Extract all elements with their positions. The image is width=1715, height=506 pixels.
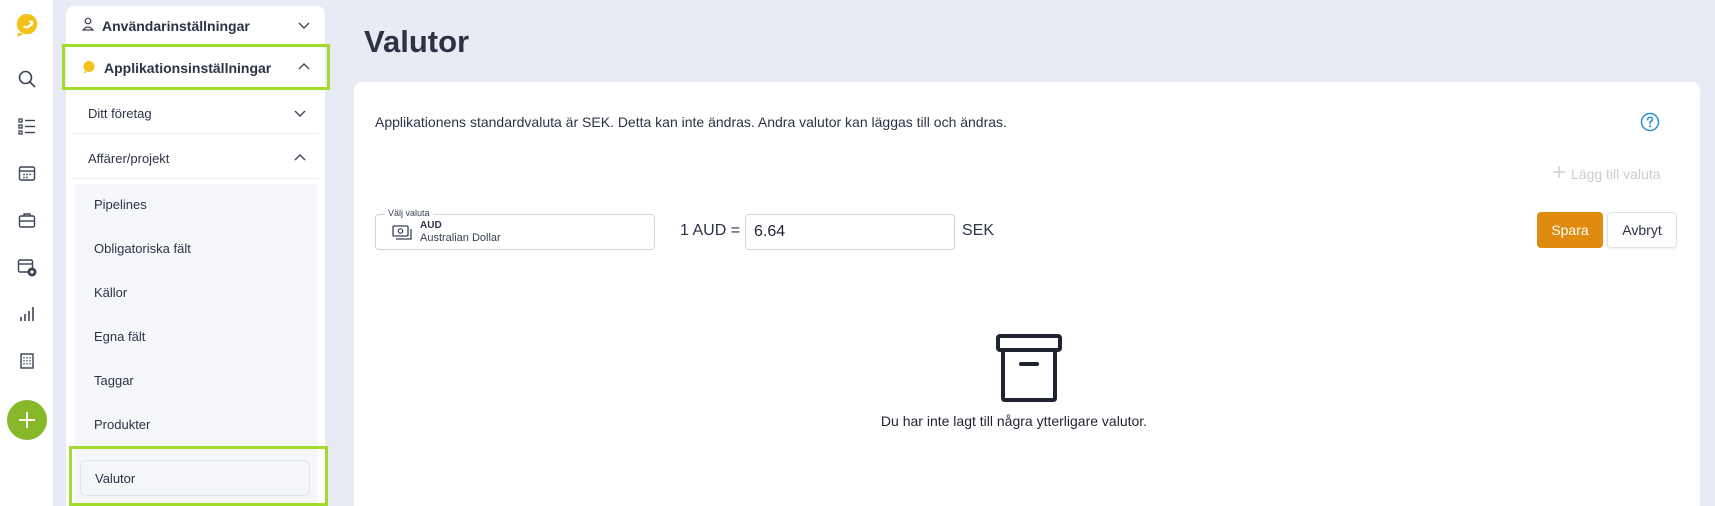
add-currency-label: Lägg till valuta (1571, 165, 1661, 182)
sidebar-item-obligatoriska-falt[interactable]: Obligatoriska fält (74, 228, 317, 268)
empty-state-text: Du har inte lagt till några ytterligare … (880, 413, 1148, 429)
sidebar-item-taggar[interactable]: Taggar (74, 360, 317, 400)
calendar-icon[interactable] (14, 160, 40, 186)
building-icon[interactable] (14, 348, 40, 374)
settings-sidebar: Användarinställningar Applikationsinstäl… (62, 6, 330, 506)
briefcase-icon[interactable] (14, 207, 40, 233)
list-icon[interactable] (14, 113, 40, 139)
user-icon (81, 17, 95, 34)
icon-rail (0, 0, 54, 506)
sidebar-item-kallor[interactable]: Källor (74, 272, 317, 312)
sidebar-item-label: Produkter (94, 416, 151, 432)
info-text: Applikationens standardvaluta är SEK. De… (375, 114, 1007, 130)
calendar-mail-icon[interactable] (14, 254, 40, 280)
rate-input[interactable] (745, 214, 955, 250)
rate-unit: SEK (962, 222, 995, 239)
sidebar-item-label: Obligatoriska fält (94, 240, 191, 256)
currency-card: Applikationens standardvaluta är SEK. De… (354, 82, 1700, 506)
user-settings-label: Användarinställningar (102, 17, 250, 34)
sidebar-item-label: Källor (94, 284, 128, 300)
chevron-up-icon (297, 60, 311, 77)
help-icon[interactable] (1640, 112, 1660, 137)
chevron-down-icon (297, 18, 311, 35)
select-name: Australian Dollar (420, 232, 501, 244)
add-currency-button[interactable]: Lägg till valuta (1552, 165, 1661, 182)
app-settings-label: Applikationsinställningar (104, 60, 272, 76)
currency-select[interactable]: Välj valuta AUD Australian Dollar (375, 208, 655, 250)
chart-icon[interactable] (14, 301, 40, 327)
sidebar-item-egna-falt[interactable]: Egna fält (74, 316, 317, 356)
money-icon (392, 224, 412, 247)
app-logo-small-icon (82, 60, 96, 77)
sidebar-item-pipelines[interactable]: Pipelines (74, 184, 317, 224)
search-icon[interactable] (14, 66, 40, 92)
group-affarer-projekt[interactable]: Affärer/projekt (72, 139, 319, 179)
affarer-projekt-list: Pipelines Obligatoriska fält Källor Egna… (74, 184, 317, 506)
sidebar-item-produkter[interactable]: Produkter (74, 404, 317, 444)
save-button[interactable]: Spara (1537, 212, 1603, 248)
user-settings-section[interactable]: Användarinställningar (66, 6, 325, 46)
sidebar-item-label: Egna fält (94, 328, 146, 344)
select-code: AUD (420, 220, 442, 231)
app-logo-icon[interactable] (14, 12, 40, 38)
group-label: Affärer/projekt (88, 151, 170, 166)
rate-label: 1 AUD = (680, 222, 741, 239)
archive-icon (994, 332, 1064, 409)
sidebar-item-label: Taggar (94, 372, 134, 388)
chevron-up-icon (293, 151, 307, 168)
sidebar-item-label: Pipelines (94, 196, 147, 212)
sidebar-item-valutor[interactable]: Valutor (80, 460, 310, 496)
add-icon[interactable] (7, 400, 47, 440)
select-legend: Välj valuta (385, 208, 433, 218)
chevron-down-icon (293, 106, 307, 123)
cancel-button[interactable]: Avbryt (1607, 212, 1677, 248)
app-settings-section[interactable]: Applikationsinställningar (66, 48, 325, 88)
plus-icon (1552, 165, 1566, 182)
sidebar-item-label: Valutor (95, 470, 136, 486)
page-title: Valutor (364, 24, 470, 59)
group-label: Ditt företag (88, 106, 152, 121)
group-ditt-foretag[interactable]: Ditt företag (72, 94, 319, 134)
